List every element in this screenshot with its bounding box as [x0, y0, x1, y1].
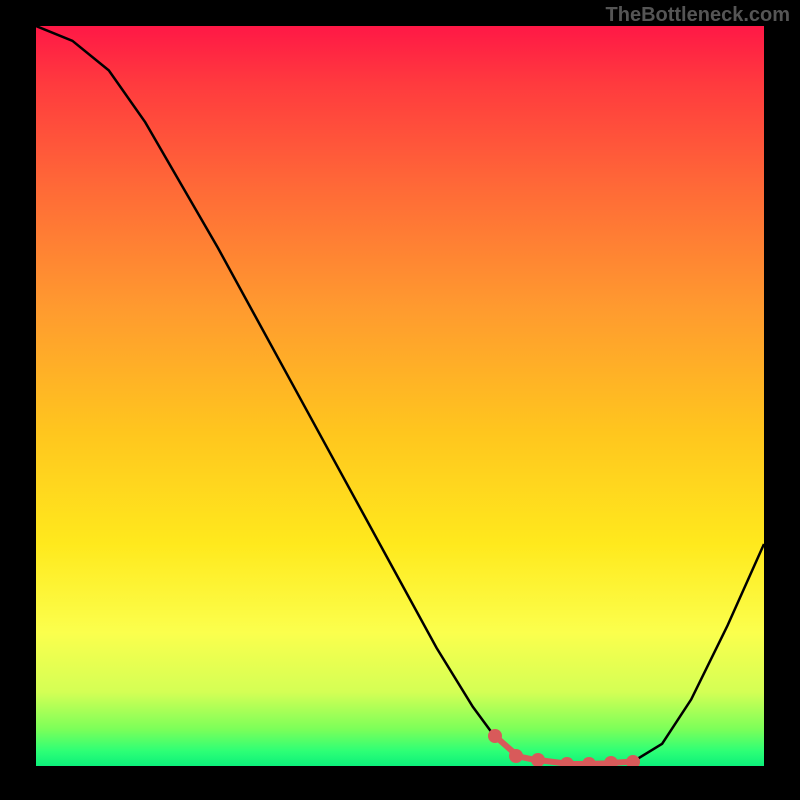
chart-page: TheBottleneck.com — [0, 0, 800, 800]
highlight-marker — [626, 755, 640, 766]
bottleneck-curve — [36, 26, 764, 764]
highlight-marker — [582, 757, 596, 766]
highlight-marker — [560, 757, 574, 766]
highlight-marker — [531, 753, 545, 766]
highlight-marker — [488, 729, 502, 743]
highlight-marker — [604, 756, 618, 766]
curve-svg — [36, 26, 764, 766]
chart-area — [36, 26, 764, 766]
highlight-marker — [509, 749, 523, 763]
watermark-text: TheBottleneck.com — [606, 4, 790, 27]
